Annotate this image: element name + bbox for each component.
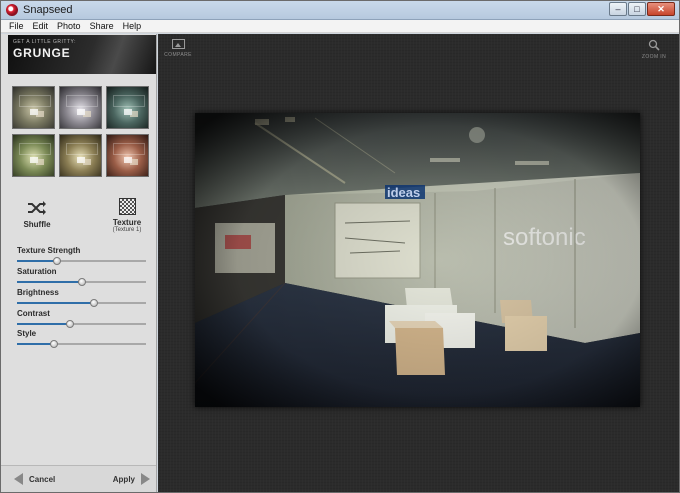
style-thumbnail-6[interactable]	[106, 134, 149, 177]
slider-handle[interactable]	[90, 299, 99, 307]
compare-icon	[171, 39, 185, 49]
action-bar: Cancel Apply	[1, 465, 156, 492]
snapseed-app-icon	[6, 4, 18, 16]
zoom-in-button[interactable]: ZOOM IN	[639, 39, 669, 60]
app-window: Snapseed – □ ✕ File Edit Photo Share Hel…	[0, 0, 680, 493]
style-thumbnail-grid	[12, 86, 152, 177]
office-photo-illustration: ideas softonic	[195, 113, 640, 407]
slider-label: Contrast	[17, 309, 50, 318]
compare-button[interactable]: COMPARE	[163, 39, 193, 58]
menu-help[interactable]: Help	[123, 21, 142, 31]
menu-file[interactable]: File	[9, 21, 24, 31]
slider-fill	[17, 281, 82, 283]
slider-label: Saturation	[17, 267, 57, 276]
compare-label: COMPARE	[164, 52, 192, 58]
slider-handle[interactable]	[52, 257, 61, 265]
brightness-slider[interactable]: Brightness	[17, 288, 147, 307]
image-canvas: COMPARE ZOOM IN	[158, 34, 679, 492]
minimize-button[interactable]: –	[609, 2, 627, 16]
edited-photo: ideas softonic	[195, 113, 640, 407]
close-button[interactable]: ✕	[647, 2, 675, 16]
maximize-button[interactable]: □	[628, 2, 646, 16]
slider-label: Texture Strength	[17, 246, 81, 255]
texture-sublabel: (Texture 1)	[112, 227, 142, 233]
filter-name: GRUNGE	[13, 46, 71, 60]
texture-icon	[118, 198, 136, 215]
style-thumbnail-1[interactable]	[12, 86, 55, 129]
slider-fill	[17, 323, 70, 325]
slider-track[interactable]	[17, 299, 146, 307]
style-thumbnail-4[interactable]	[12, 134, 55, 177]
slider-track[interactable]	[17, 257, 146, 265]
slider-fill	[17, 343, 55, 345]
filter-subtitle: GET A LITTLE GRITTY:	[13, 39, 76, 45]
apply-label: Apply	[112, 474, 135, 484]
style-slider[interactable]: Style	[17, 329, 147, 348]
style-thumbnail-3[interactable]	[106, 86, 149, 129]
arrow-right-icon	[141, 473, 150, 485]
shuffle-label: Shuffle	[23, 220, 51, 229]
style-thumbnail-2[interactable]	[59, 86, 102, 129]
shuffle-icon	[28, 201, 46, 215]
style-thumbnail-5[interactable]	[59, 134, 102, 177]
texture-label: Texture	[112, 218, 142, 227]
slider-handle[interactable]	[65, 320, 74, 328]
menu-bar: File Edit Photo Share Help	[1, 20, 679, 33]
cancel-label: Cancel	[29, 474, 56, 484]
menu-edit[interactable]: Edit	[33, 21, 49, 31]
slider-track[interactable]	[17, 340, 146, 348]
contrast-slider[interactable]: Contrast	[17, 309, 147, 328]
window-controls: – □ ✕	[609, 2, 675, 17]
slider-label: Brightness	[17, 288, 59, 297]
filter-sidebar: GET A LITTLE GRITTY: GRUNGE Shuffle Text…	[1, 34, 157, 492]
window-title: Snapseed	[23, 4, 73, 16]
slider-handle[interactable]	[50, 340, 59, 348]
shuffle-button[interactable]: Shuffle	[15, 199, 59, 229]
filter-header: GET A LITTLE GRITTY: GRUNGE	[8, 35, 156, 74]
slider-label: Style	[17, 329, 37, 338]
slider-fill	[17, 302, 95, 304]
saturation-slider[interactable]: Saturation	[17, 267, 147, 286]
slider-fill	[17, 260, 57, 262]
title-bar: Snapseed – □ ✕	[1, 1, 679, 20]
magnifier-icon	[648, 39, 660, 51]
slider-track[interactable]	[17, 278, 146, 286]
zoom-label: ZOOM IN	[641, 54, 667, 60]
arrow-left-icon	[14, 473, 23, 485]
cancel-button[interactable]: Cancel	[14, 472, 55, 486]
apply-button[interactable]: Apply	[113, 472, 150, 486]
menu-photo[interactable]: Photo	[57, 21, 81, 31]
menu-share[interactable]: Share	[90, 21, 114, 31]
texture-strength-slider[interactable]: Texture Strength	[17, 246, 147, 265]
texture-button[interactable]: Texture (Texture 1)	[104, 198, 150, 233]
slider-track[interactable]	[17, 320, 146, 328]
slider-handle[interactable]	[77, 278, 86, 286]
